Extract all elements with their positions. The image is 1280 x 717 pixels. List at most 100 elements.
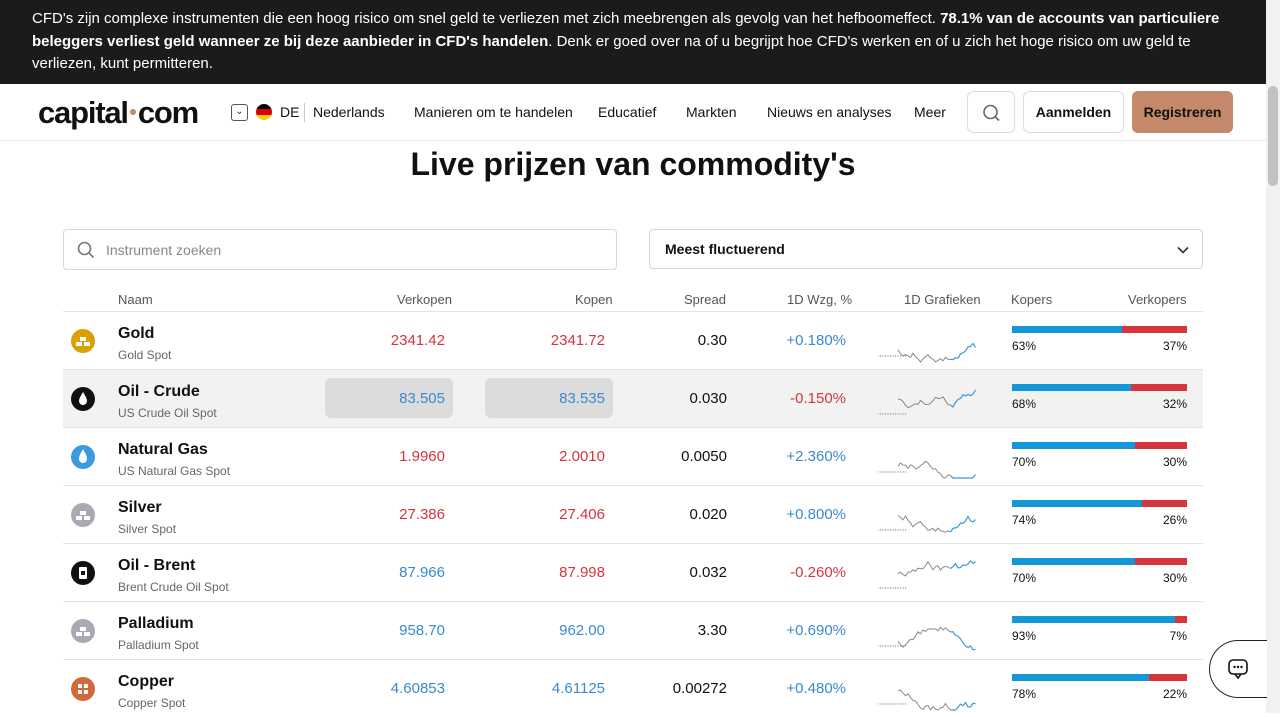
- change-percent: +0.800%: [786, 506, 846, 523]
- buyers-percent: 78%: [1012, 687, 1037, 701]
- instrument-name[interactable]: Copper: [118, 673, 174, 691]
- buyers-percent: 63%: [1012, 339, 1037, 353]
- sell-price[interactable]: 1.9960: [399, 448, 445, 465]
- chat-icon: [1228, 659, 1248, 680]
- divider: [304, 103, 305, 122]
- table-row[interactable]: Silver Silver Spot 27.386 27.406 0.020 +…: [63, 485, 1203, 543]
- language-selector[interactable]: Nederlands: [313, 104, 385, 120]
- sentiment-bar: [1012, 326, 1187, 333]
- col-sell[interactable]: Verkopen: [397, 292, 452, 307]
- buyers-bar-fill: [1012, 616, 1175, 623]
- page-scrollbar[interactable]: [1266, 0, 1280, 713]
- sparkline-chart: [878, 626, 976, 651]
- sellers-percent: 7%: [1169, 629, 1187, 643]
- instrument-subtitle: Silver Spot: [118, 522, 177, 536]
- spread-value: 3.30: [697, 622, 727, 639]
- buyers-percent: 70%: [1012, 571, 1037, 585]
- oil-barrel-icon: [71, 561, 95, 585]
- col-spread[interactable]: Spread: [684, 292, 726, 307]
- germany-flag-icon[interactable]: [256, 104, 272, 120]
- spread-value: 0.30: [697, 332, 727, 349]
- buyers-percent: 93%: [1012, 629, 1037, 643]
- buy-price[interactable]: 4.61125: [552, 680, 605, 697]
- sparkline-chart: [878, 460, 976, 479]
- instrument-name[interactable]: Gold: [118, 325, 154, 343]
- capital-com-logo[interactable]: capital com: [38, 95, 199, 131]
- sell-price[interactable]: 27.386: [399, 506, 445, 523]
- sort-dropdown[interactable]: Meest fluctuerend: [649, 229, 1203, 269]
- logo-text-left: capital: [38, 95, 129, 130]
- sellers-percent: 22%: [1162, 687, 1187, 701]
- table-row[interactable]: Natural Gas US Natural Gas Spot 1.9960 2…: [63, 427, 1203, 485]
- sentiment-bar: [1012, 674, 1187, 681]
- spread-value: 0.020: [689, 506, 727, 523]
- sellers-percent: 30%: [1162, 571, 1187, 585]
- change-percent: +0.690%: [786, 622, 846, 639]
- buy-price[interactable]: 962.00: [559, 622, 605, 639]
- buyers-bar-fill: [1012, 558, 1135, 565]
- buyers-bar-fill: [1012, 326, 1123, 333]
- table-row[interactable]: Oil - Brent Brent Crude Oil Spot 87.966 …: [63, 543, 1203, 601]
- nav-news-analysis[interactable]: Nieuws en analyses: [767, 104, 892, 120]
- search-input[interactable]: [106, 240, 586, 260]
- copper-icon: [71, 677, 95, 701]
- instrument-name[interactable]: Palladium: [118, 615, 194, 633]
- chat-button[interactable]: [1209, 640, 1267, 698]
- instrument-subtitle: Gold Spot: [118, 348, 172, 362]
- instrument-name[interactable]: Natural Gas: [118, 441, 208, 459]
- register-button[interactable]: Registreren: [1132, 91, 1233, 133]
- search-icon: [983, 104, 1000, 122]
- nav-markets[interactable]: Markten: [686, 104, 737, 120]
- sparkline-chart: [878, 389, 977, 415]
- table-row[interactable]: Copper Copper Spot 4.60853 4.61125 0.002…: [63, 659, 1203, 717]
- sell-price[interactable]: 958.70: [399, 622, 445, 639]
- buy-price[interactable]: 83.535: [559, 390, 605, 407]
- nav-more[interactable]: Meer: [914, 104, 946, 120]
- region-code[interactable]: DE: [280, 104, 299, 120]
- buyers-percent: 70%: [1012, 455, 1037, 469]
- buy-price[interactable]: 2341.72: [551, 332, 605, 349]
- buy-price[interactable]: 27.406: [559, 506, 605, 523]
- instrument-name[interactable]: Oil - Brent: [118, 557, 195, 575]
- instrument-search[interactable]: [63, 229, 617, 270]
- sell-price[interactable]: 4.60853: [391, 680, 445, 697]
- sparkline-chart: [878, 515, 976, 533]
- sentiment-bar: [1012, 500, 1187, 507]
- table-row[interactable]: Palladium Palladium Spot 958.70 962.00 3…: [63, 601, 1203, 659]
- instrument-subtitle: Copper Spot: [118, 696, 186, 710]
- change-percent: +0.480%: [786, 680, 846, 697]
- buyers-bar-fill: [1012, 674, 1149, 681]
- chevron-down-icon: [1177, 246, 1189, 254]
- site-header: capital com ⌄ DE Nederlands Manieren om t…: [0, 84, 1266, 141]
- sentiment-bar: [1012, 616, 1187, 623]
- col-name[interactable]: Naam: [118, 292, 153, 307]
- table-row[interactable]: Oil - Crude US Crude Oil Spot 83.505 83.…: [63, 369, 1203, 427]
- sell-price[interactable]: 2341.42: [391, 332, 445, 349]
- buy-price[interactable]: 87.998: [559, 564, 605, 581]
- col-buy[interactable]: Kopen: [575, 292, 613, 307]
- spread-value: 0.032: [689, 564, 727, 581]
- chevron-down-icon[interactable]: ⌄: [231, 104, 248, 121]
- login-button[interactable]: Aanmelden: [1023, 91, 1124, 133]
- change-percent: -0.150%: [790, 390, 846, 407]
- scrollbar-thumb[interactable]: [1268, 86, 1278, 186]
- nav-ways-to-trade[interactable]: Manieren om te handelen: [414, 104, 573, 120]
- instrument-name[interactable]: Silver: [118, 499, 162, 517]
- risk-text-1: CFD's zijn complexe instrumenten die een…: [32, 10, 941, 27]
- change-percent: +2.360%: [786, 448, 846, 465]
- buy-price[interactable]: 2.0010: [559, 448, 605, 465]
- table-row[interactable]: Gold Gold Spot 2341.42 2341.72 0.30 +0.1…: [63, 311, 1203, 369]
- instrument-subtitle: Brent Crude Oil Spot: [118, 580, 229, 594]
- sell-price[interactable]: 87.966: [399, 564, 445, 581]
- sparkline-chart: [878, 342, 977, 363]
- col-charts: 1D Grafieken: [904, 292, 981, 307]
- col-change[interactable]: 1D Wzg, %: [787, 292, 852, 307]
- flame-icon: [71, 445, 95, 469]
- spread-value: 0.030: [689, 390, 727, 407]
- sell-price[interactable]: 83.505: [399, 390, 445, 407]
- instrument-name[interactable]: Oil - Crude: [118, 383, 200, 401]
- change-percent: -0.260%: [790, 564, 846, 581]
- search-button[interactable]: [967, 91, 1015, 133]
- nav-education[interactable]: Educatief: [598, 104, 656, 120]
- spread-value: 0.00272: [672, 680, 727, 697]
